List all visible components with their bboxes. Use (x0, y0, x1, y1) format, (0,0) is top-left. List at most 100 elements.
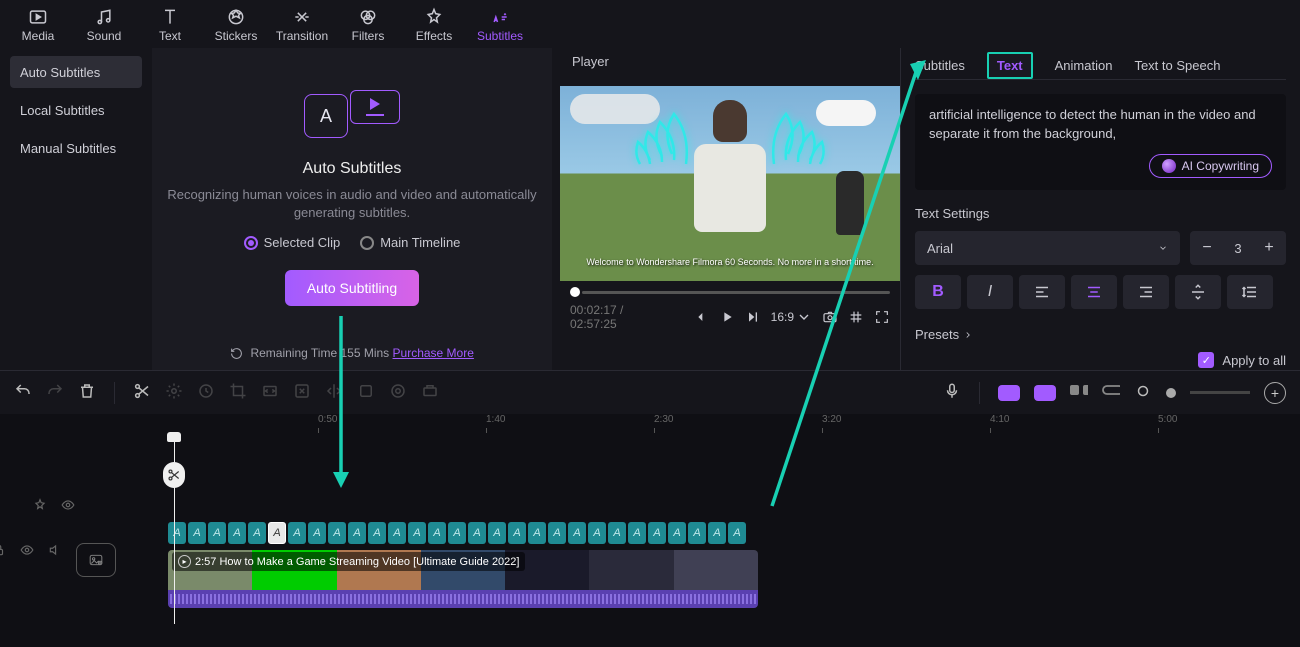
presets-toggle[interactable]: Presets (915, 327, 1286, 342)
ai-copywriting-button[interactable]: AI Copywriting (1149, 154, 1272, 178)
timeline-tracks[interactable]: AAA AAA AAA AAA AAA AAA AAA AAA AAA AA 2… (108, 434, 1300, 647)
subtitle-chip-selected: A (268, 522, 286, 544)
chevron-down-icon (1158, 243, 1168, 253)
text-settings-label: Text Settings (915, 206, 1286, 221)
refresh-icon[interactable] (230, 347, 243, 360)
mirror-button[interactable] (325, 382, 343, 403)
tool-8[interactable] (357, 382, 375, 403)
eye-icon[interactable] (20, 543, 34, 577)
timeline-ruler[interactable]: 0:50 1:40 2:30 3:20 4:10 5:00 (108, 414, 1300, 434)
player-panel: Player Welcome to Wondershare Filmora 60… (552, 48, 900, 370)
subtitle-track[interactable]: AAA AAA AAA AAA AAA AAA AAA AAA AAA AA (168, 522, 746, 544)
main-tab-bar: Media Sound Text Stickers Transition Fil… (0, 0, 1300, 48)
sidebar-item-auto[interactable]: Auto Subtitles (10, 56, 142, 88)
fx-toggle-icon[interactable] (33, 498, 47, 515)
tool-3[interactable] (197, 382, 215, 403)
zoom-slider[interactable] (1190, 391, 1250, 394)
marker-1[interactable] (998, 385, 1020, 401)
purchase-more-link[interactable]: Purchase More (393, 346, 474, 360)
snapshot-button[interactable] (822, 309, 838, 325)
split-button[interactable] (133, 382, 151, 403)
font-controls-row: Arial − 3 + (915, 231, 1286, 265)
seek-bar[interactable] (560, 281, 900, 297)
align-center-button[interactable] (1071, 275, 1117, 309)
track-controls-main (0, 543, 116, 577)
bold-button[interactable]: B (915, 275, 961, 309)
grid-button[interactable] (848, 309, 864, 325)
radio-main-timeline[interactable]: Main Timeline (360, 235, 460, 250)
tool-2[interactable] (165, 382, 183, 403)
fullscreen-button[interactable] (874, 309, 890, 325)
transition-icon (292, 7, 312, 27)
voiceover-button[interactable] (943, 382, 961, 403)
zoom-knob[interactable] (1166, 388, 1176, 398)
inspector-tab-text[interactable]: Text (987, 52, 1033, 79)
player-controls: 00:02:17 / 02:57:25 16:9 (560, 297, 900, 337)
tab-transition[interactable]: Transition (270, 4, 334, 46)
align-right-button[interactable] (1123, 275, 1169, 309)
tab-subtitles[interactable]: Subtitles (468, 4, 532, 46)
tool-10[interactable] (421, 382, 439, 403)
add-track-button[interactable]: + (1264, 382, 1286, 404)
player-viewport[interactable]: Welcome to Wondershare Filmora 60 Second… (560, 86, 900, 281)
undo-button[interactable] (14, 382, 32, 403)
tab-effects[interactable]: Effects (402, 4, 466, 46)
lock-icon[interactable] (0, 543, 6, 577)
apply-all-row[interactable]: ✓ Apply to all (915, 342, 1286, 368)
workspace-row: Auto Subtitles Local Subtitles Manual Su… (0, 48, 1300, 370)
inspector-tab-animation[interactable]: Animation (1055, 58, 1113, 73)
eye-icon[interactable] (61, 498, 75, 515)
size-plus-button[interactable]: + (1260, 239, 1278, 257)
mute-icon[interactable] (48, 543, 62, 577)
inspector-tab-tts[interactable]: Text to Speech (1134, 58, 1220, 73)
wing-effect-left-icon (612, 104, 692, 180)
font-size-stepper[interactable]: − 3 + (1190, 231, 1286, 265)
size-minus-button[interactable]: − (1198, 239, 1216, 257)
align-left-button[interactable] (1019, 275, 1065, 309)
aspect-ratio-toggle[interactable]: 16:9 (771, 309, 812, 325)
effects-icon (424, 7, 444, 27)
auto-subtitling-button[interactable]: Auto Subtitling (285, 270, 419, 306)
stickers-icon (226, 7, 246, 27)
prev-frame-button[interactable] (693, 309, 709, 325)
marker-3[interactable] (1070, 382, 1088, 403)
play-button[interactable] (719, 309, 735, 325)
tab-text[interactable]: Text (138, 4, 202, 46)
apply-all-checkbox[interactable]: ✓ (1198, 352, 1214, 368)
tool-9[interactable] (389, 382, 407, 403)
sidebar-item-local[interactable]: Local Subtitles (10, 94, 142, 126)
text-style-row: B I (915, 275, 1286, 309)
redo-button[interactable] (46, 382, 64, 403)
italic-button[interactable]: I (967, 275, 1013, 309)
playhead-split-icon[interactable] (163, 462, 185, 488)
delete-button[interactable] (78, 382, 96, 403)
font-family-select[interactable]: Arial (915, 231, 1180, 265)
inspector-panel: Subtitles Text Animation Text to Speech … (900, 48, 1300, 370)
tab-stickers[interactable]: Stickers (204, 4, 268, 46)
wing-effect-right-icon (768, 104, 848, 180)
crop-button[interactable] (229, 382, 247, 403)
next-frame-button[interactable] (745, 309, 761, 325)
zoom-out-button[interactable] (1134, 382, 1152, 403)
timeline: AAA AAA AAA AAA AAA AAA AAA AAA AAA AA 2… (0, 434, 1300, 647)
radio-selected-clip[interactable]: Selected Clip (244, 235, 341, 250)
auto-subtitles-icon: A (304, 94, 400, 138)
line-spacing-button[interactable] (1227, 275, 1273, 309)
marker-2[interactable] (1034, 385, 1056, 401)
inspector-tabs: Subtitles Text Animation Text to Speech (915, 52, 1286, 80)
tab-media[interactable]: Media (6, 4, 70, 46)
remaining-time-row: Remaining Time 155 Mins Purchase More (166, 338, 538, 370)
sidebar-item-manual[interactable]: Manual Subtitles (10, 132, 142, 164)
subtitle-text-input[interactable]: artificial intelligence to detect the hu… (915, 94, 1286, 190)
tool-6[interactable] (293, 382, 311, 403)
vertical-align-button[interactable] (1175, 275, 1221, 309)
inspector-tab-subtitles[interactable]: Subtitles (915, 58, 965, 73)
video-clip[interactable]: 2:57 How to Make a Game Streaming Video … (168, 550, 758, 608)
tab-sound[interactable]: Sound (72, 4, 136, 46)
playhead[interactable] (174, 434, 175, 624)
track-controls-fx (33, 498, 75, 515)
marker-4[interactable] (1102, 382, 1120, 403)
tool-5[interactable] (261, 382, 279, 403)
subtitle-mode-sidebar: Auto Subtitles Local Subtitles Manual Su… (0, 48, 152, 370)
tab-filters[interactable]: Filters (336, 4, 400, 46)
